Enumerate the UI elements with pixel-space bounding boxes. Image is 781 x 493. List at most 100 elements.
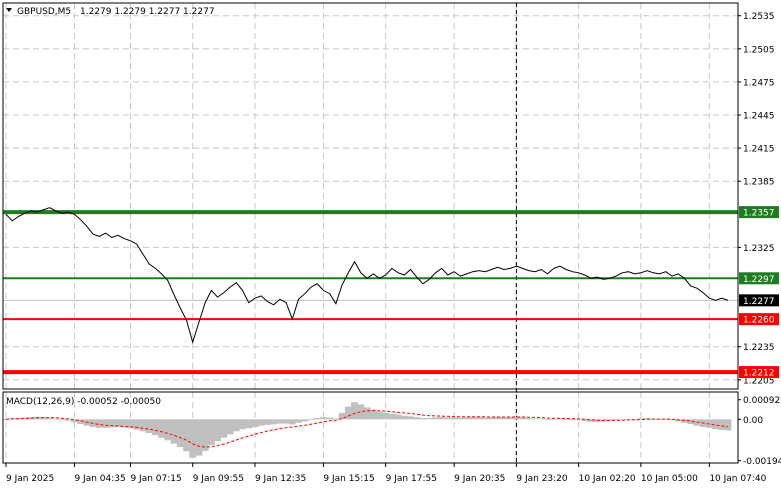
level-price-tag-label: 1.2297 xyxy=(743,275,775,285)
macd-axis: 0.00092 0.00 -0.00194 xyxy=(738,396,781,467)
macd-histogram-bar xyxy=(232,419,240,432)
macd-histogram-bar xyxy=(151,419,159,436)
symbol-label: GBPUSD,M5 xyxy=(17,7,71,17)
x-tick-label: 9 Jan 23:20 xyxy=(516,474,568,484)
macd-histogram-bar xyxy=(450,417,458,420)
main-panel-frame xyxy=(2,2,739,390)
y-tick-label: 1.2475 xyxy=(743,78,775,88)
macd-histogram-bar xyxy=(245,419,253,429)
macd-histogram-bar xyxy=(407,416,414,420)
x-tick-label: 9 Jan 07:15 xyxy=(130,474,181,484)
macd-histogram-bar xyxy=(320,417,327,420)
macd-tick-label: -0.00194 xyxy=(743,457,781,467)
macd-histogram-bar xyxy=(189,419,197,458)
macd-histogram-bar xyxy=(537,418,545,420)
y-tick-label: 1.2415 xyxy=(743,145,775,155)
macd-histogram-bar xyxy=(207,419,215,445)
macd-histogram-bar xyxy=(46,418,53,420)
macd-histogram-bar xyxy=(313,418,321,420)
y-tick-label: 1.2325 xyxy=(743,244,775,254)
level-price-tag-label: 1.2212 xyxy=(743,369,775,379)
level-lines-layer xyxy=(3,3,738,463)
macd-histogram-bar xyxy=(195,419,203,456)
macd-histogram-bar xyxy=(506,417,514,420)
macd-histogram-bar xyxy=(444,417,452,420)
level-price-tag-label: 1.2260 xyxy=(743,316,775,326)
macd-histogram-bar xyxy=(544,419,551,421)
macd-histogram-bar xyxy=(400,415,408,420)
macd-histogram-bar xyxy=(525,418,533,420)
chart-canvas[interactable]: 1.2535 1.2505 1.2475 1.2445 1.2415 1.2385 1.23… xyxy=(0,0,781,489)
macd-histogram-bar xyxy=(550,418,558,420)
macd-histogram-bar xyxy=(332,418,340,420)
y-tick-label: 1.2445 xyxy=(743,112,775,122)
dropdown-triangle-icon[interactable] xyxy=(6,8,12,12)
macd-histogram-bar xyxy=(239,419,246,430)
price-layer xyxy=(5,207,729,345)
macd-tick-label: 0.00092 xyxy=(743,396,780,406)
macd-histogram-bar xyxy=(351,402,358,420)
trading-chart[interactable]: 1.2535 1.2505 1.2475 1.2445 1.2415 1.2385 1.23… xyxy=(0,0,781,489)
macd-histogram-bar xyxy=(432,417,439,420)
macd-histogram-bar xyxy=(52,418,60,420)
macd-histogram-bar xyxy=(257,419,265,426)
ohlc-values: 1.2279 1.2279 1.2277 1.2277 xyxy=(80,7,215,17)
macd-histogram-bar xyxy=(201,419,209,451)
macd-histogram-bar xyxy=(270,419,278,425)
macd-histogram-bar xyxy=(388,413,396,420)
macd-histogram-bar xyxy=(58,419,66,421)
macd-histogram-bar xyxy=(338,412,346,420)
macd-histogram-bar xyxy=(425,418,433,420)
macd-histogram-bar xyxy=(133,419,141,430)
macd-histogram-bar xyxy=(413,417,421,420)
price-line xyxy=(5,207,729,345)
macd-histogram-bar xyxy=(288,419,296,425)
x-tick-label: 9 Jan 2025 xyxy=(6,474,54,484)
current-price-tag-label: 1.2277 xyxy=(743,297,775,307)
y-tick-label: 1.2505 xyxy=(743,45,775,55)
x-tick-label: 9 Jan 09:55 xyxy=(193,474,244,484)
macd-histogram-bar xyxy=(718,419,726,430)
x-tick-label: 9 Jan 12:35 xyxy=(255,474,306,484)
macd-histogram-bar xyxy=(164,419,172,441)
price-axis[interactable]: 1.2535 1.2505 1.2475 1.2445 1.2415 1.2385 1.23… xyxy=(738,12,775,386)
x-tick-label: 10 Jan 05:00 xyxy=(641,474,698,484)
macd-tick-label: 0.00 xyxy=(743,416,763,426)
macd-histogram-bar xyxy=(382,412,390,420)
macd-histogram-bar xyxy=(575,419,583,421)
macd-histogram-bar xyxy=(251,419,259,428)
macd-histogram-bar xyxy=(139,419,147,432)
grid-layer xyxy=(3,3,738,463)
macd-histogram-bar xyxy=(394,414,402,420)
macd-histogram-bar xyxy=(419,418,427,420)
x-tick-label: 9 Jan 15:15 xyxy=(323,474,374,484)
x-tick-label: 10 Jan 02:20 xyxy=(579,474,636,484)
macd-histogram-bar xyxy=(463,417,470,420)
macd-histogram-bar xyxy=(456,417,464,420)
macd-histogram-bar xyxy=(226,419,234,435)
macd-histogram-bar xyxy=(531,418,539,420)
macd-histogram-bar xyxy=(438,416,446,420)
macd-histogram-bar xyxy=(282,419,290,424)
macd-histogram-bar xyxy=(158,419,166,438)
macd-histogram-bar xyxy=(220,419,228,438)
macd-histogram-bar xyxy=(488,417,495,420)
macd-indicator-label: MACD(12,26,9) -0.00052 -0.00050 xyxy=(6,397,161,407)
macd-histogram-bar xyxy=(214,419,222,442)
macd-histogram-bar xyxy=(102,419,109,428)
macd-histogram-bar xyxy=(724,419,732,431)
level-price-tag-label: 1.2357 xyxy=(743,209,775,219)
macd-histogram-bar xyxy=(481,417,489,420)
time-axis[interactable]: 9 Jan 2025 9 Jan 04:35 9 Jan 07:15 9 Jan 09… xyxy=(5,463,767,484)
macd-histogram-bar xyxy=(176,419,184,448)
x-tick-label: 9 Jan 17:55 xyxy=(386,474,437,484)
y-tick-label: 1.2235 xyxy=(743,343,775,353)
x-tick-label: 9 Jan 20:35 xyxy=(454,474,505,484)
macd-histogram-bar xyxy=(376,411,383,420)
macd-histogram-bar xyxy=(500,417,508,420)
macd-histogram-bar xyxy=(295,419,302,423)
macd-histogram-bar xyxy=(64,419,72,421)
y-tick-label: 1.2385 xyxy=(743,178,775,188)
y-tick-label: 1.2535 xyxy=(743,12,775,22)
macd-histogram-bar xyxy=(183,419,190,452)
